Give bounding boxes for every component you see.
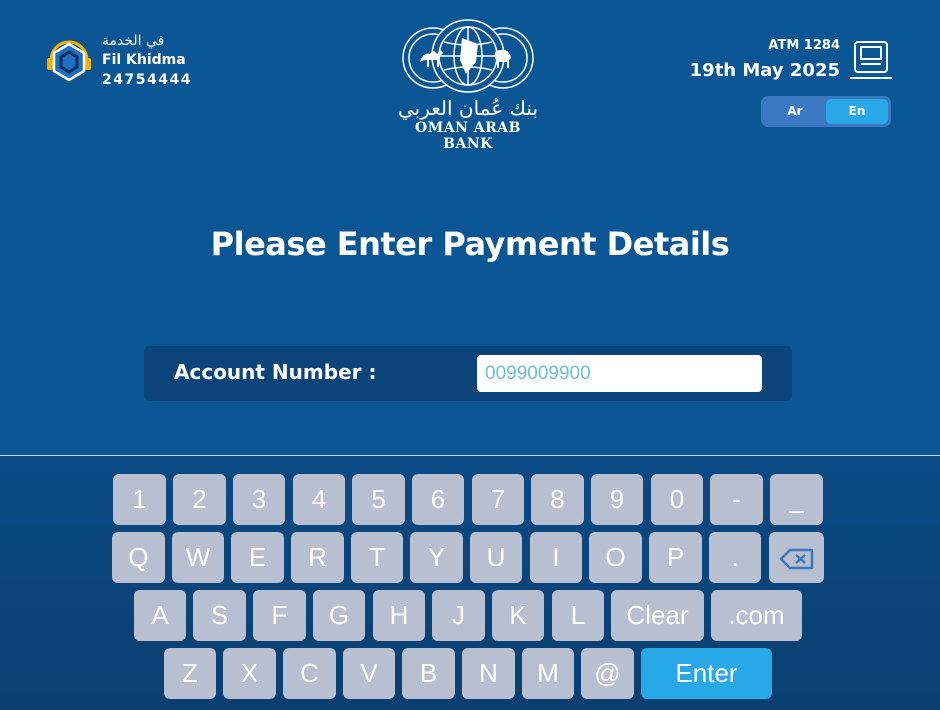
key-j[interactable]: J — [432, 590, 485, 641]
key-x[interactable]: X — [223, 648, 276, 699]
key-r[interactable]: R — [291, 532, 344, 583]
page-title: Please Enter Payment Details — [210, 225, 730, 263]
key-8[interactable]: 8 — [531, 474, 584, 525]
key-l[interactable]: L — [552, 590, 604, 641]
key-t[interactable]: T — [351, 532, 403, 583]
account-number-input[interactable] — [477, 355, 762, 392]
logo-arabic-text: بنك عُمان العربي — [397, 96, 539, 120]
account-number-panel: Account Number : — [144, 346, 792, 401]
key-i[interactable]: I — [530, 532, 582, 583]
on-screen-keyboard: 1 2 3 4 5 6 7 8 9 0 - _ Q W E R T Y U I … — [0, 456, 940, 710]
key-9[interactable]: 9 — [591, 474, 643, 525]
key-q[interactable]: Q — [112, 532, 165, 583]
support-headset-icon — [47, 40, 91, 82]
key-period[interactable]: . — [709, 532, 761, 583]
bank-emblem-icon — [402, 19, 534, 93]
key-w[interactable]: W — [172, 532, 224, 583]
key-o[interactable]: O — [589, 532, 642, 583]
key-p[interactable]: P — [649, 532, 702, 583]
key-f[interactable]: F — [253, 590, 306, 641]
key-n[interactable]: N — [462, 648, 515, 699]
fil-khidma-support: في الخدمة Fil Khidma 24754444 — [44, 32, 214, 92]
key-dotcom[interactable]: .com — [711, 590, 802, 641]
key-c[interactable]: C — [283, 648, 336, 699]
key-k[interactable]: K — [492, 590, 544, 641]
key-g[interactable]: G — [313, 590, 365, 641]
logo-english-text: OMAN ARAB BANK — [415, 120, 521, 152]
fil-khidma-name: Fil Khidma — [102, 52, 186, 68]
language-button-ar[interactable]: Ar — [764, 99, 826, 124]
backspace-icon — [779, 548, 813, 570]
key-z[interactable]: Z — [164, 648, 216, 699]
key-2[interactable]: 2 — [173, 474, 226, 525]
header: في الخدمة Fil Khidma 24754444 بنك عُمان … — [0, 0, 940, 152]
oman-arab-bank-logo: بنك عُمان العربي OMAN ARAB BANK — [390, 18, 546, 152]
key-backspace[interactable] — [769, 532, 824, 583]
atm-id: ATM 1284 — [768, 38, 840, 53]
key-underscore[interactable]: _ — [770, 474, 823, 525]
key-hyphen[interactable]: - — [710, 474, 763, 525]
current-date: 19th May 2025 — [689, 60, 840, 81]
key-e[interactable]: E — [231, 532, 284, 583]
key-3[interactable]: 3 — [233, 474, 285, 525]
account-number-label: Account Number : — [174, 360, 377, 384]
language-toggle: Ar En — [761, 96, 891, 127]
key-a[interactable]: A — [134, 590, 186, 641]
key-at[interactable]: @ — [581, 648, 634, 699]
key-7[interactable]: 7 — [472, 474, 524, 525]
fil-khidma-arabic: في الخدمة — [102, 33, 165, 49]
key-0[interactable]: 0 — [651, 474, 703, 525]
key-5[interactable]: 5 — [352, 474, 405, 525]
key-y[interactable]: Y — [410, 532, 463, 583]
key-clear[interactable]: Clear — [611, 590, 704, 641]
key-h[interactable]: H — [373, 590, 425, 641]
key-m[interactable]: M — [522, 648, 574, 699]
key-6[interactable]: 6 — [412, 474, 464, 525]
key-b[interactable]: B — [402, 648, 455, 699]
key-1[interactable]: 1 — [113, 474, 166, 525]
key-4[interactable]: 4 — [293, 474, 345, 525]
key-enter[interactable]: Enter — [641, 648, 772, 699]
key-v[interactable]: V — [343, 648, 395, 699]
key-u[interactable]: U — [470, 532, 522, 583]
key-s[interactable]: S — [193, 590, 246, 641]
atm-machine-icon — [850, 41, 892, 79]
fil-khidma-phone: 24754444 — [102, 72, 192, 88]
language-button-en[interactable]: En — [826, 99, 888, 124]
